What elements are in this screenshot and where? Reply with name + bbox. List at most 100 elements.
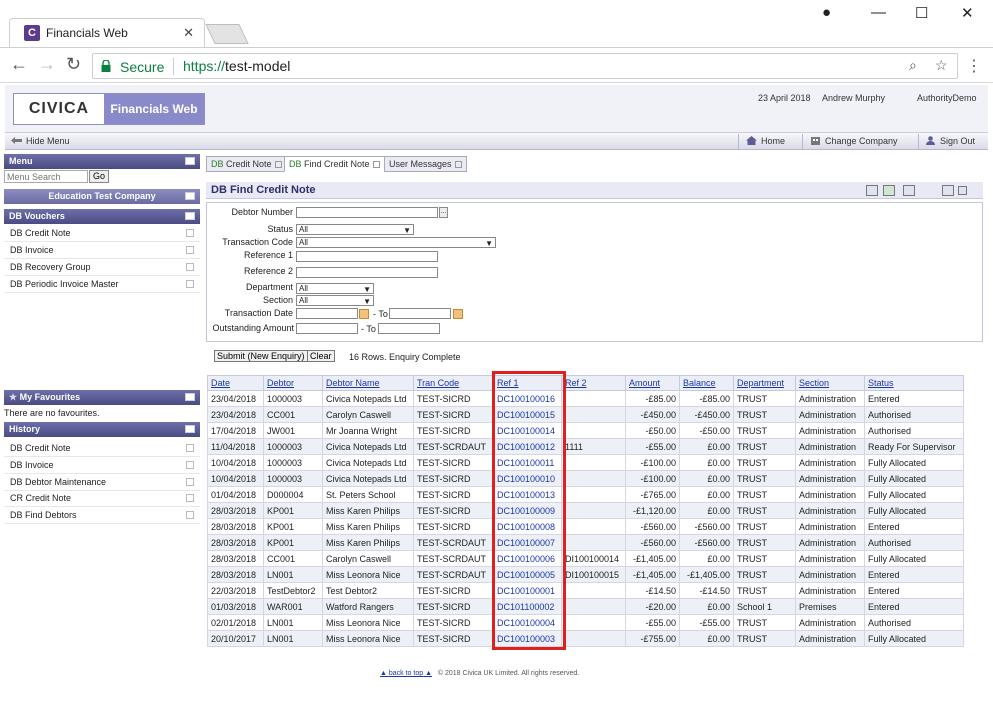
popout-icon[interactable] [186, 246, 194, 254]
sort-link[interactable]: Debtor [267, 378, 294, 388]
history-item-db-invoice[interactable]: DB Invoice [4, 457, 200, 474]
column-header-balance[interactable]: Balance [679, 375, 734, 391]
sign-out-button[interactable]: Sign Out [925, 136, 975, 146]
minimize-panel-icon[interactable] [185, 393, 195, 401]
debtor-number-input[interactable] [296, 207, 438, 218]
tab-db-credit-note[interactable]: DB Credit Note [206, 156, 287, 172]
go-button[interactable]: Go [89, 170, 109, 183]
sort-link[interactable]: Ref 1 [497, 378, 519, 388]
table-row[interactable]: 23/04/2018 CC001 Carolyn Caswell TEST-SICRD… [207, 406, 964, 423]
maximize-button[interactable]: ☐ [915, 4, 928, 22]
menu-search-input[interactable] [4, 170, 88, 183]
reference-1-input[interactable] [296, 251, 438, 262]
table-row[interactable]: 17/04/2018 JW001 Mr Joanna Wright TEST-SICR… [207, 422, 964, 439]
cell-ref-1[interactable]: DC100100011 [493, 454, 562, 471]
column-header-tran-code[interactable]: Tran Code [413, 375, 494, 391]
cell-ref-1[interactable]: DC100100001 [493, 582, 562, 599]
back-to-top-link[interactable]: ▲ back to top ▲ [380, 670, 432, 677]
minimize-panel-icon[interactable] [185, 192, 195, 200]
column-header-ref-1[interactable]: Ref 1 [493, 375, 562, 391]
popout-icon[interactable] [186, 444, 194, 452]
table-row[interactable]: 10/04/2018 1000003 Civica Notepads Ltd TEST… [207, 470, 964, 487]
table-row[interactable]: 02/01/2018 LN001 Miss Leonora Nice TEST-SIC… [207, 614, 964, 631]
close-panel-icon[interactable] [958, 186, 967, 195]
popout-panel-icon[interactable] [185, 212, 195, 220]
table-row[interactable]: 23/04/2018 1000003 Civica Notepads Ltd TEST… [207, 390, 964, 407]
print-icon[interactable] [866, 185, 878, 196]
table-row[interactable]: 28/03/2018 KP001 Miss Karen Philips TEST-SI… [207, 518, 964, 535]
column-header-section[interactable]: Section [795, 375, 865, 391]
popout-icon[interactable] [186, 263, 194, 271]
table-row[interactable]: 01/03/2018 WAR001 Watford Rangers TEST-SICR… [207, 598, 964, 615]
clear-button[interactable]: Clear [307, 350, 335, 362]
sort-link[interactable]: Status [868, 378, 894, 388]
table-row[interactable]: 20/10/2017 LN001 Miss Leonora Nice TEST-SIC… [207, 630, 964, 647]
url-field[interactable]: Secure https://test-model ⌕ ☆ [92, 53, 958, 79]
popout-icon[interactable] [186, 494, 194, 502]
cell-ref-1[interactable]: DC100100007 [493, 534, 562, 551]
cell-ref-1[interactable]: DC100100016 [493, 390, 562, 407]
status-select[interactable]: All ▼ [296, 224, 414, 235]
tab-close-icon[interactable] [274, 161, 282, 168]
column-header-ref-2[interactable]: Ref 2 [561, 375, 626, 391]
cell-ref-1[interactable]: DC100100014 [493, 422, 562, 439]
table-row[interactable]: 28/03/2018 CC001 Carolyn Caswell TEST-SCRDA… [207, 550, 964, 567]
table-row[interactable]: 11/04/2018 1000003 Civica Notepads Ltd TEST… [207, 438, 964, 455]
column-header-debtor-name[interactable]: Debtor Name [322, 375, 414, 391]
zoom-icon[interactable]: ⌕ [909, 57, 917, 74]
table-row[interactable]: 01/04/2018 D000004 St. Peters School TEST-S… [207, 486, 964, 503]
column-header-amount[interactable]: Amount [625, 375, 680, 391]
history-item-db-debtor-maintenance[interactable]: DB Debtor Maintenance [4, 474, 200, 491]
outstanding-amount-from-input[interactable] [296, 323, 358, 334]
close-window-button[interactable]: ✕ [961, 4, 974, 22]
column-header-status[interactable]: Status [864, 375, 964, 391]
sidebar-item-db-periodic-invoice-master[interactable]: DB Periodic Invoice Master [4, 276, 200, 293]
tab-db-find-credit-note[interactable]: DB Find Credit Note [284, 156, 385, 172]
cell-ref-1[interactable]: DC100100013 [493, 486, 562, 503]
back-arrow-icon[interactable]: ← [10, 54, 28, 75]
sort-link[interactable]: Balance [683, 378, 716, 388]
calendar-icon[interactable] [359, 309, 369, 319]
sort-link[interactable]: Department [737, 378, 784, 388]
hide-menu-button[interactable]: Hide Menu [11, 136, 70, 146]
sort-link[interactable]: Amount [629, 378, 660, 388]
home-button[interactable]: Home [746, 136, 785, 146]
tab-user-messages[interactable]: User Messages [384, 156, 467, 172]
export-excel-icon[interactable] [883, 185, 895, 196]
new-tab-button[interactable] [205, 24, 249, 44]
minimize-button[interactable]: — [871, 4, 886, 21]
table-row[interactable]: 28/03/2018 LN001 Miss Leonora Nice TEST-SCR… [207, 566, 964, 583]
department-select[interactable]: All ▼ [296, 283, 374, 294]
sidebar-item-db-recovery-group[interactable]: DB Recovery Group [4, 259, 200, 276]
table-row[interactable]: 22/03/2018 TestDebtor2 Test Debtor2 TEST-SI… [207, 582, 964, 599]
sort-link[interactable]: Debtor Name [326, 378, 380, 388]
popout-icon[interactable] [186, 478, 194, 486]
column-header-department[interactable]: Department [733, 375, 796, 391]
transaction-date-to-input[interactable] [389, 308, 451, 319]
popout-icon[interactable] [186, 461, 194, 469]
reload-icon[interactable]: ↻ [66, 54, 81, 75]
column-header-debtor[interactable]: Debtor [263, 375, 323, 391]
cell-ref-1[interactable]: DC100100012 [493, 438, 562, 455]
table-row[interactable]: 28/03/2018 KP001 Miss Karen Philips TEST-SI… [207, 502, 964, 519]
history-item-db-credit-note[interactable]: DB Credit Note [4, 440, 200, 457]
section-select[interactable]: All ▼ [296, 295, 374, 306]
cell-ref-1[interactable]: DC100100003 [493, 630, 562, 647]
browser-menu-icon[interactable]: ⋮ [966, 56, 982, 76]
calendar-icon[interactable] [453, 309, 463, 319]
browser-tab[interactable]: C Financials Web ✕ [9, 18, 205, 48]
bookmark-star-icon[interactable]: ☆ [935, 57, 948, 74]
sort-link[interactable]: Section [799, 378, 829, 388]
submit-enquiry-button[interactable]: Submit (New Enquiry) [214, 350, 308, 362]
minimize-panel-icon[interactable] [185, 425, 195, 433]
cell-ref-1[interactable]: DC101100002 [493, 598, 562, 615]
sidebar-item-db-credit-note[interactable]: DB Credit Note [4, 225, 200, 242]
transaction-date-from-input[interactable] [296, 308, 358, 319]
popout-icon[interactable] [186, 280, 194, 288]
minimize-panel-icon[interactable] [185, 157, 195, 165]
debtor-lookup-button[interactable]: ... [439, 207, 448, 218]
tab-close-icon[interactable] [372, 161, 380, 168]
forward-arrow-icon[interactable]: → [38, 54, 56, 75]
cell-ref-1[interactable]: DC100100008 [493, 518, 562, 535]
document-icon[interactable] [903, 185, 915, 196]
